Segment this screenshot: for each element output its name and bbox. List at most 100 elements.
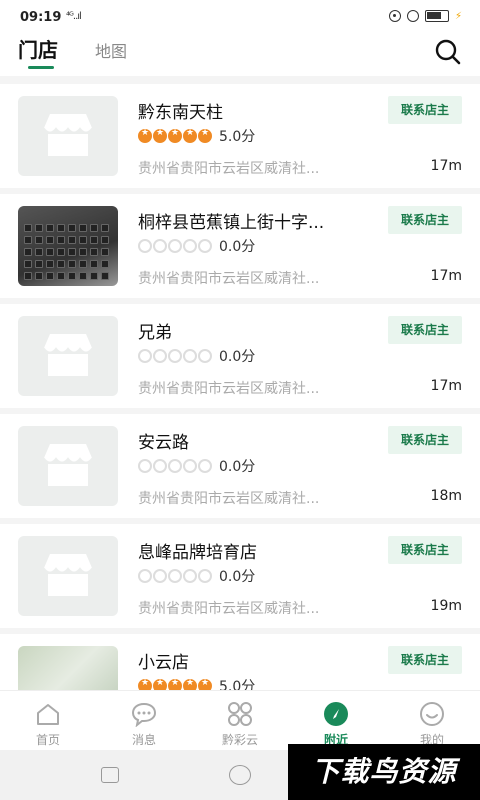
store-thumbnail bbox=[18, 426, 118, 506]
star-icon bbox=[183, 128, 197, 143]
store-rating: 0.0分 bbox=[138, 456, 255, 476]
store-distance: 17m bbox=[430, 268, 462, 284]
star-icon bbox=[153, 128, 167, 143]
star-icon bbox=[183, 569, 197, 583]
home-icon bbox=[37, 704, 59, 725]
star-icon bbox=[168, 678, 182, 690]
store-thumbnail bbox=[18, 96, 118, 176]
store-rating: 0.0分 bbox=[138, 346, 255, 366]
store-address: 贵州省贵阳市云岩区威清社... bbox=[138, 491, 320, 507]
bottom-nav: 首页 消息 黔彩云 附近 我的 bbox=[0, 690, 480, 750]
location-icon bbox=[388, 10, 401, 22]
signal-icon: ⁴ᴳ..ıl bbox=[66, 11, 82, 22]
store-card[interactable]: 桐梓县芭蕉镇上街十字... 0.0分 贵州省贵阳市云岩区威清社... 17m 联系店主 bbox=[0, 194, 480, 298]
star-icon bbox=[168, 128, 182, 143]
contact-owner-button[interactable]: 联系店主 bbox=[388, 206, 462, 234]
nav-label: 黔彩云 bbox=[221, 733, 258, 747]
message-icon bbox=[131, 702, 157, 727]
star-icon bbox=[198, 349, 212, 363]
star-icon bbox=[183, 459, 197, 473]
store-distance: 19m bbox=[430, 598, 462, 614]
store-thumbnail bbox=[18, 646, 118, 690]
store-rating: 5.0分 bbox=[138, 676, 255, 690]
contact-owner-button[interactable]: 联系店主 bbox=[388, 646, 462, 674]
store-card[interactable]: 黔东南天柱 5.0分贵州省贵阳市云岩区威清社... 17m 联系店主 bbox=[0, 84, 480, 188]
star-icon bbox=[138, 128, 152, 143]
star-icon bbox=[153, 569, 167, 583]
rating-score: 5.0分 bbox=[219, 679, 256, 690]
store-distance: 18m bbox=[430, 488, 462, 504]
status-icons: ⚡ bbox=[388, 10, 462, 22]
contact-owner-button[interactable]: 联系店主 bbox=[388, 316, 462, 344]
star-icon bbox=[153, 239, 167, 253]
star-icon bbox=[138, 459, 152, 473]
rating-stars bbox=[138, 459, 212, 473]
store-name: 兄弟 bbox=[138, 323, 172, 343]
shop-placeholder-icon bbox=[43, 114, 93, 156]
star-icon bbox=[153, 459, 167, 473]
home-button-icon[interactable] bbox=[229, 765, 251, 785]
store-thumbnail bbox=[18, 536, 118, 616]
star-icon bbox=[198, 128, 212, 143]
star-icon bbox=[168, 239, 182, 253]
store-thumbnail bbox=[18, 206, 118, 286]
store-distance: 17m bbox=[430, 378, 462, 394]
rating-stars bbox=[138, 678, 212, 690]
top-tabs: 门店 地图 bbox=[0, 34, 480, 80]
shop-placeholder-icon bbox=[43, 554, 93, 596]
star-icon bbox=[138, 239, 152, 253]
tab-map[interactable]: 地图 bbox=[95, 38, 127, 62]
store-card[interactable]: 兄弟 0.0分 贵州省贵阳市云岩区威清社... 17m 联系店主 bbox=[0, 304, 480, 408]
nav-mine[interactable]: 我的 bbox=[384, 691, 480, 750]
rating-stars bbox=[138, 239, 212, 253]
store-rating: 5.0分 bbox=[138, 126, 255, 146]
battery-icon bbox=[424, 10, 449, 22]
recent-apps-icon[interactable] bbox=[101, 767, 119, 783]
nav-messages[interactable]: 消息 bbox=[96, 691, 192, 750]
contact-owner-button[interactable]: 联系店主 bbox=[388, 536, 462, 564]
star-icon bbox=[153, 678, 167, 690]
store-name: 安云路 bbox=[138, 433, 189, 453]
store-card[interactable]: 小云店 5.0分 联系店主 bbox=[0, 634, 480, 690]
shop-placeholder-icon bbox=[43, 444, 93, 486]
star-icon bbox=[183, 239, 197, 253]
tab-stores[interactable]: 门店 bbox=[18, 34, 58, 63]
star-icon bbox=[168, 349, 182, 363]
store-list[interactable]: 黔东南天柱5.0分贵州省贵阳市云岩区威清社...17m联系店主桐梓县芭蕉镇上街十… bbox=[0, 76, 480, 690]
store-card[interactable]: 安云路 0.0分贵州省贵阳市云岩区威清社... 18m 联系店主 bbox=[0, 414, 480, 518]
store-card[interactable]: 息峰品牌培育店 0.0分贵州省贵阳市云岩区威清社... 19m 联系店主 bbox=[0, 524, 480, 628]
rating-score: 0.0分 bbox=[219, 569, 256, 585]
rating-score: 5.0分 bbox=[219, 129, 256, 145]
active-tab-indicator bbox=[28, 66, 54, 69]
store-name: 桐梓县芭蕉镇上街十字... bbox=[138, 213, 325, 233]
nav-qiancaiyun[interactable]: 黔彩云 bbox=[192, 691, 288, 750]
star-icon bbox=[153, 349, 167, 363]
store-distance: 17m bbox=[430, 158, 462, 174]
star-icon bbox=[168, 459, 182, 473]
store-rating: 0.0分 bbox=[138, 566, 255, 586]
nav-home[interactable]: 首页 bbox=[0, 691, 96, 750]
star-icon bbox=[198, 678, 212, 690]
store-address: 贵州省贵阳市云岩区威清社... bbox=[138, 271, 320, 287]
nav-label: 消息 bbox=[131, 733, 156, 747]
rating-score: 0.0分 bbox=[219, 459, 256, 475]
keyboard-photo bbox=[24, 224, 112, 284]
contact-owner-button[interactable]: 联系店主 bbox=[388, 96, 462, 124]
search-icon[interactable] bbox=[434, 38, 462, 66]
star-icon bbox=[138, 678, 152, 690]
shop-placeholder-icon bbox=[43, 334, 93, 376]
store-address: 贵州省贵阳市云岩区威清社... bbox=[138, 601, 320, 617]
grid-icon bbox=[228, 702, 252, 726]
rating-stars bbox=[138, 569, 212, 583]
charging-icon: ⚡ bbox=[454, 10, 462, 22]
star-icon bbox=[168, 569, 182, 583]
rating-stars bbox=[138, 349, 212, 363]
store-name: 小云店 bbox=[138, 653, 189, 673]
contact-owner-button[interactable]: 联系店主 bbox=[388, 426, 462, 454]
nav-nearby[interactable]: 附近 bbox=[288, 691, 384, 750]
compass-icon bbox=[324, 702, 348, 726]
store-name: 息峰品牌培育店 bbox=[138, 543, 257, 563]
store-name: 黔东南天柱 bbox=[138, 103, 223, 123]
watermark: 下载鸟资源 bbox=[288, 744, 480, 800]
alarm-icon bbox=[406, 10, 419, 22]
